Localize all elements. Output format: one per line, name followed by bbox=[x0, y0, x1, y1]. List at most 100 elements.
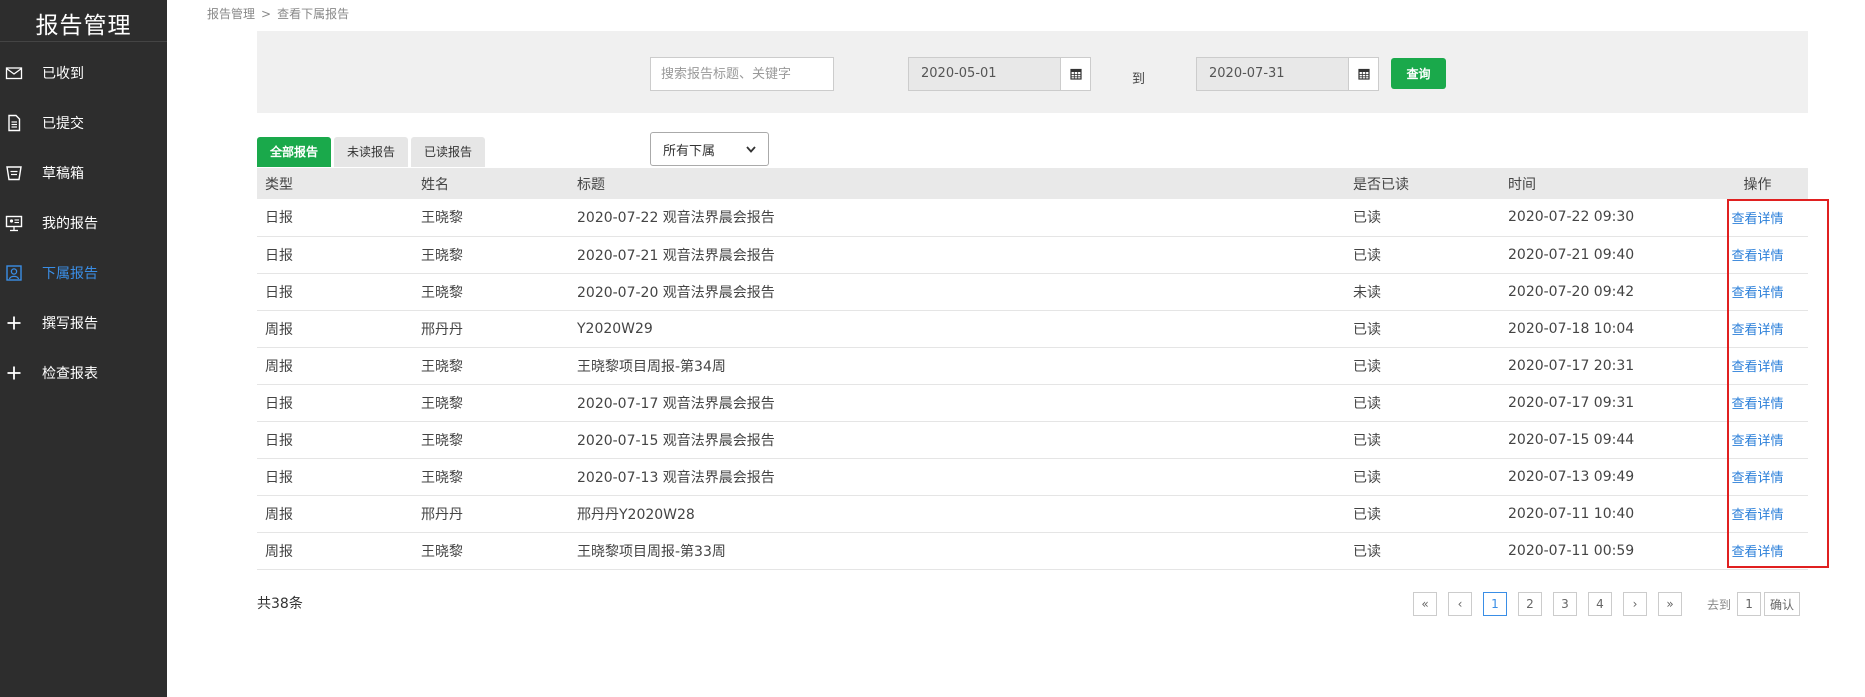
to-label: 到 bbox=[1132, 72, 1146, 87]
cell-read-status: 已读 bbox=[1353, 432, 1381, 449]
header-title: 标题 bbox=[577, 176, 605, 193]
document-icon bbox=[4, 113, 24, 133]
end-date-input[interactable]: 2020-07-31 bbox=[1196, 57, 1349, 91]
view-details-link[interactable]: 查看详情 bbox=[1731, 212, 1783, 227]
sidebar-item-label: 已提交 bbox=[42, 116, 84, 132]
subordinate-select[interactable]: 所有下属 bbox=[650, 132, 769, 166]
sidebar-item-1[interactable]: 已收到 bbox=[0, 48, 167, 98]
cell-read-status: 已读 bbox=[1353, 321, 1381, 338]
calendar-icon bbox=[1069, 68, 1082, 80]
view-details-link[interactable]: 查看详情 bbox=[1731, 434, 1783, 449]
view-details-link[interactable]: 查看详情 bbox=[1731, 545, 1783, 560]
cell-name: 王晓黎 bbox=[421, 469, 463, 486]
sidebar-item-4[interactable]: 我的报告 bbox=[0, 198, 167, 248]
goto-confirm-button[interactable]: 确认 bbox=[1764, 592, 1801, 616]
tab-1[interactable]: 全部报告 bbox=[257, 137, 332, 167]
table-row: 日报 王晓黎 2020-07-15 观音法界晨会报告 已读 2020-07-15 09:… bbox=[257, 421, 1808, 458]
table-row: 日报 王晓黎 2020-07-22 观音法界晨会报告 已读 2020-07-22 09:… bbox=[257, 199, 1808, 236]
end-calendar-button[interactable] bbox=[1349, 57, 1379, 91]
cell-name: 邢丹丹 bbox=[421, 506, 463, 523]
view-details-link[interactable]: 查看详情 bbox=[1731, 323, 1783, 338]
breadcrumb-root[interactable]: 报告管理 bbox=[207, 7, 255, 21]
page-number-button[interactable]: 1 bbox=[1483, 592, 1507, 616]
start-calendar-button[interactable] bbox=[1061, 57, 1091, 91]
cell-read-status: 已读 bbox=[1353, 358, 1381, 375]
table-row: 周报 邢丹丹 Y2020W29 已读 2020-07-18 10:04 查看详情 bbox=[257, 310, 1808, 347]
cell-action: 查看详情 bbox=[1707, 347, 1808, 384]
sidebar-item-2[interactable]: 已提交 bbox=[0, 98, 167, 148]
cell-type: 日报 bbox=[265, 432, 293, 449]
cell-type: 日报 bbox=[265, 210, 293, 227]
subordinate-select-value: 所有下属 bbox=[663, 143, 716, 159]
search-input[interactable] bbox=[650, 57, 834, 91]
cell-name: 王晓黎 bbox=[421, 284, 463, 301]
plus-icon bbox=[4, 363, 24, 383]
last-page-button[interactable]: » bbox=[1658, 592, 1682, 616]
cell-title: 王晓黎项目周报-第34周 bbox=[577, 358, 726, 375]
header-time: 时间 bbox=[1508, 176, 1536, 193]
table-row: 日报 王晓黎 2020-07-17 观音法界晨会报告 已读 2020-07-17 09:… bbox=[257, 384, 1808, 421]
sidebar-item-3[interactable]: 草稿箱 bbox=[0, 148, 167, 198]
cell-time: 2020-07-18 10:04 bbox=[1508, 320, 1635, 337]
sidebar-item-label: 我的报告 bbox=[42, 216, 98, 232]
report-tabs: 全部报告 未读报告 已读报告 bbox=[257, 137, 488, 167]
total-count: 共38条 bbox=[257, 596, 303, 612]
cell-type: 周报 bbox=[265, 358, 293, 375]
query-button[interactable]: 查询 bbox=[1391, 58, 1446, 89]
drafts-icon bbox=[4, 163, 24, 183]
end-date-field: 2020-07-31 bbox=[1196, 57, 1379, 91]
cell-title: 2020-07-21 观音法界晨会报告 bbox=[577, 247, 775, 264]
cell-time: 2020-07-15 09:44 bbox=[1508, 431, 1635, 448]
page-number-button[interactable]: 3 bbox=[1553, 592, 1577, 616]
start-date-input[interactable]: 2020-05-01 bbox=[908, 57, 1061, 91]
page-number-button[interactable]: 2 bbox=[1518, 592, 1542, 616]
cell-title: 2020-07-15 观音法界晨会报告 bbox=[577, 432, 775, 449]
cell-title: 2020-07-20 观音法界晨会报告 bbox=[577, 284, 775, 301]
prev-page-button[interactable]: ‹ bbox=[1448, 592, 1472, 616]
cell-time: 2020-07-13 09:49 bbox=[1508, 468, 1635, 485]
start-date-field: 2020-05-01 bbox=[908, 57, 1091, 91]
cell-name: 王晓黎 bbox=[421, 543, 463, 560]
view-details-link[interactable]: 查看详情 bbox=[1731, 286, 1783, 301]
cell-read-status: 已读 bbox=[1353, 210, 1381, 227]
sidebar-item-5[interactable]: 下属报告 bbox=[0, 248, 167, 298]
cell-read-status: 已读 bbox=[1353, 543, 1381, 560]
first-page-button[interactable]: « bbox=[1413, 592, 1437, 616]
sidebar-item-6[interactable]: 撰写报告 bbox=[0, 298, 167, 348]
cell-name: 王晓黎 bbox=[421, 358, 463, 375]
breadcrumb-current: 查看下属报告 bbox=[277, 7, 350, 21]
table-row: 周报 王晓黎 王晓黎项目周报-第33周 已读 2020-07-11 00:59 查看详情 bbox=[257, 532, 1808, 569]
cell-time: 2020-07-11 10:40 bbox=[1508, 505, 1635, 522]
breadcrumb: 报告管理 > 查看下属报告 bbox=[207, 5, 349, 22]
page-number-button[interactable]: 4 bbox=[1588, 592, 1612, 616]
mail-icon bbox=[4, 63, 24, 83]
cell-name: 邢丹丹 bbox=[421, 321, 463, 338]
cell-action: 查看详情 bbox=[1707, 421, 1808, 458]
view-details-link[interactable]: 查看详情 bbox=[1731, 471, 1783, 486]
cell-type: 日报 bbox=[265, 284, 293, 301]
view-details-link[interactable]: 查看详情 bbox=[1731, 397, 1783, 412]
table-row: 日报 王晓黎 2020-07-21 观音法界晨会报告 已读 2020-07-21 09:… bbox=[257, 236, 1808, 273]
app-title: 报告管理 bbox=[0, 0, 167, 42]
cell-action: 查看详情 bbox=[1707, 273, 1808, 310]
cell-type: 周报 bbox=[265, 506, 293, 523]
cell-action: 查看详情 bbox=[1707, 236, 1808, 273]
view-details-link[interactable]: 查看详情 bbox=[1731, 249, 1783, 264]
cell-title: Y2020W29 bbox=[577, 320, 653, 337]
next-page-button[interactable]: › bbox=[1623, 592, 1647, 616]
cell-read-status: 已读 bbox=[1353, 247, 1381, 264]
table-row: 日报 王晓黎 2020-07-20 观音法界晨会报告 未读 2020-07-20 09:… bbox=[257, 273, 1808, 310]
sidebar-item-7[interactable]: 检查报表 bbox=[0, 348, 167, 398]
cell-action: 查看详情 bbox=[1707, 310, 1808, 347]
tab-2[interactable]: 未读报告 bbox=[334, 137, 409, 167]
tab-3[interactable]: 已读报告 bbox=[411, 137, 486, 167]
header-action: 操作 bbox=[1743, 176, 1772, 193]
cell-type: 日报 bbox=[265, 395, 293, 412]
header-read-status: 是否已读 bbox=[1353, 176, 1409, 193]
goto-page-input[interactable]: 1 bbox=[1737, 592, 1762, 616]
view-details-link[interactable]: 查看详情 bbox=[1731, 508, 1783, 523]
view-details-link[interactable]: 查看详情 bbox=[1731, 360, 1783, 375]
chevron-down-icon bbox=[746, 145, 756, 153]
cell-read-status: 已读 bbox=[1353, 395, 1381, 412]
cell-type: 日报 bbox=[265, 247, 293, 264]
